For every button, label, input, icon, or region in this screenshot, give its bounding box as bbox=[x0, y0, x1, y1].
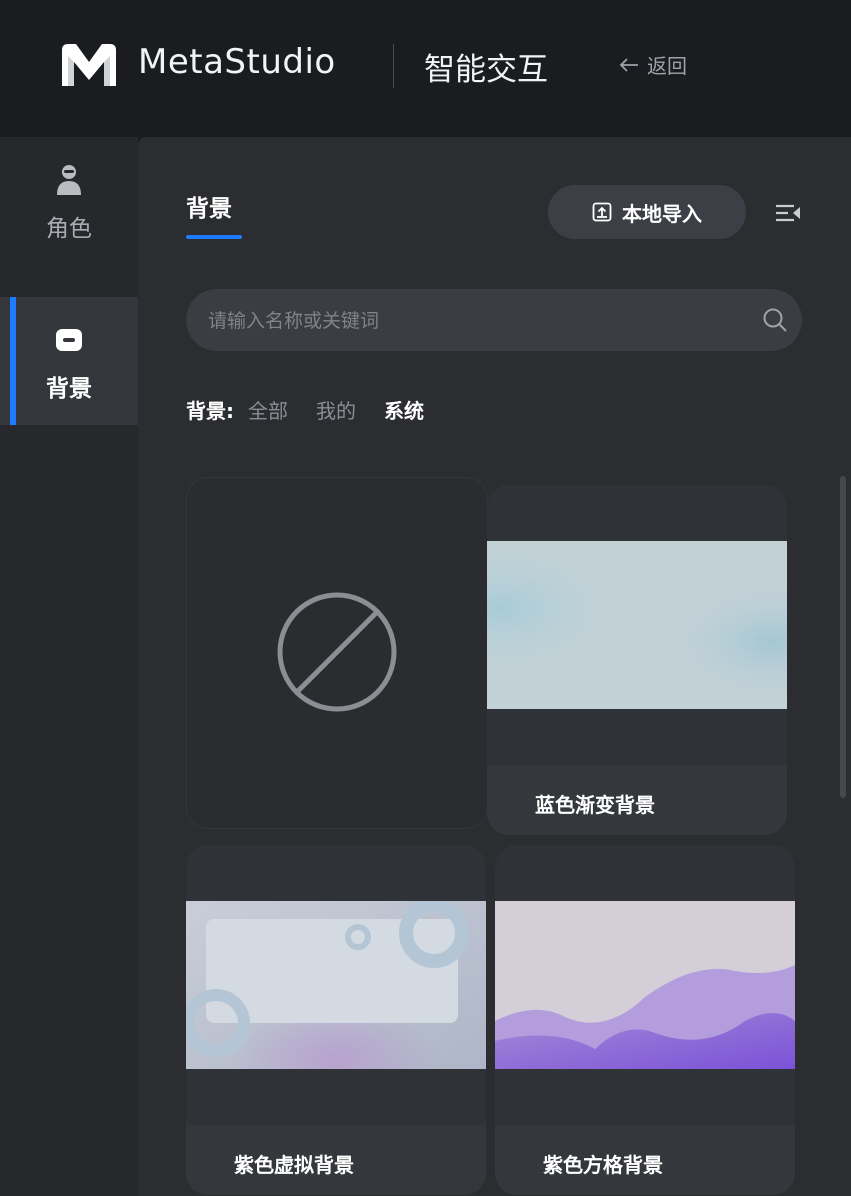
card-label: 紫色方格背景 bbox=[543, 1153, 663, 1177]
person-icon bbox=[57, 165, 81, 195]
arrow-left-icon bbox=[619, 57, 638, 72]
nav-item-role[interactable]: 角色 bbox=[0, 149, 138, 277]
metastudio-logo-icon bbox=[62, 44, 116, 86]
brand-name: MetaStudio bbox=[138, 42, 336, 82]
blue-gradient-thumbnail bbox=[487, 541, 787, 709]
left-nav: 角色 背景 bbox=[0, 137, 138, 1196]
search-input[interactable] bbox=[206, 289, 750, 353]
background-card-purple-grid[interactable]: 紫色方格背景 bbox=[495, 845, 795, 1195]
purple-grid-thumbnail bbox=[495, 901, 795, 1069]
local-import-button[interactable]: 本地导入 bbox=[548, 185, 746, 239]
background-filter: 背景: 全部 我的 系统 bbox=[186, 395, 452, 424]
card-label: 紫色虚拟背景 bbox=[234, 1153, 354, 1177]
product-title: 智能交互 bbox=[424, 52, 548, 88]
nav-item-background[interactable]: 背景 bbox=[0, 297, 138, 425]
back-label: 返回 bbox=[647, 54, 687, 78]
active-indicator bbox=[10, 297, 16, 425]
background-card-purple-virtual[interactable]: 紫色虚拟背景 bbox=[186, 845, 486, 1195]
nav-item-label: 角色 bbox=[46, 216, 92, 242]
collapse-panel-icon[interactable] bbox=[774, 203, 802, 223]
local-import-label: 本地导入 bbox=[622, 201, 702, 226]
back-button[interactable]: 返回 bbox=[619, 50, 687, 79]
background-panel: 背景 本地导入 背景: 全部 我的 系统 bbox=[138, 137, 851, 1196]
filter-option-system[interactable]: 系统 bbox=[384, 395, 424, 424]
tab-active-underline bbox=[186, 235, 242, 239]
filter-option-mine[interactable]: 我的 bbox=[316, 395, 356, 424]
panel-scrollbar[interactable] bbox=[840, 476, 846, 798]
card-label: 蓝色渐变背景 bbox=[535, 793, 655, 817]
nav-item-label: 背景 bbox=[46, 376, 92, 402]
no-background-icon bbox=[277, 592, 397, 712]
background-icon bbox=[56, 329, 82, 351]
header-divider bbox=[393, 44, 394, 88]
background-card-blue-gradient[interactable]: 蓝色渐变背景 bbox=[487, 485, 787, 835]
filter-option-all[interactable]: 全部 bbox=[248, 395, 288, 424]
background-card-none[interactable] bbox=[186, 477, 488, 829]
search-bar bbox=[186, 289, 802, 353]
search-icon[interactable] bbox=[762, 307, 788, 333]
app-header: MetaStudio 智能交互 返回 bbox=[0, 0, 851, 137]
upload-icon bbox=[592, 202, 612, 222]
purple-virtual-thumbnail bbox=[186, 901, 486, 1069]
filter-label: 背景: bbox=[186, 399, 234, 423]
tab-background[interactable]: 背景 bbox=[186, 189, 232, 223]
